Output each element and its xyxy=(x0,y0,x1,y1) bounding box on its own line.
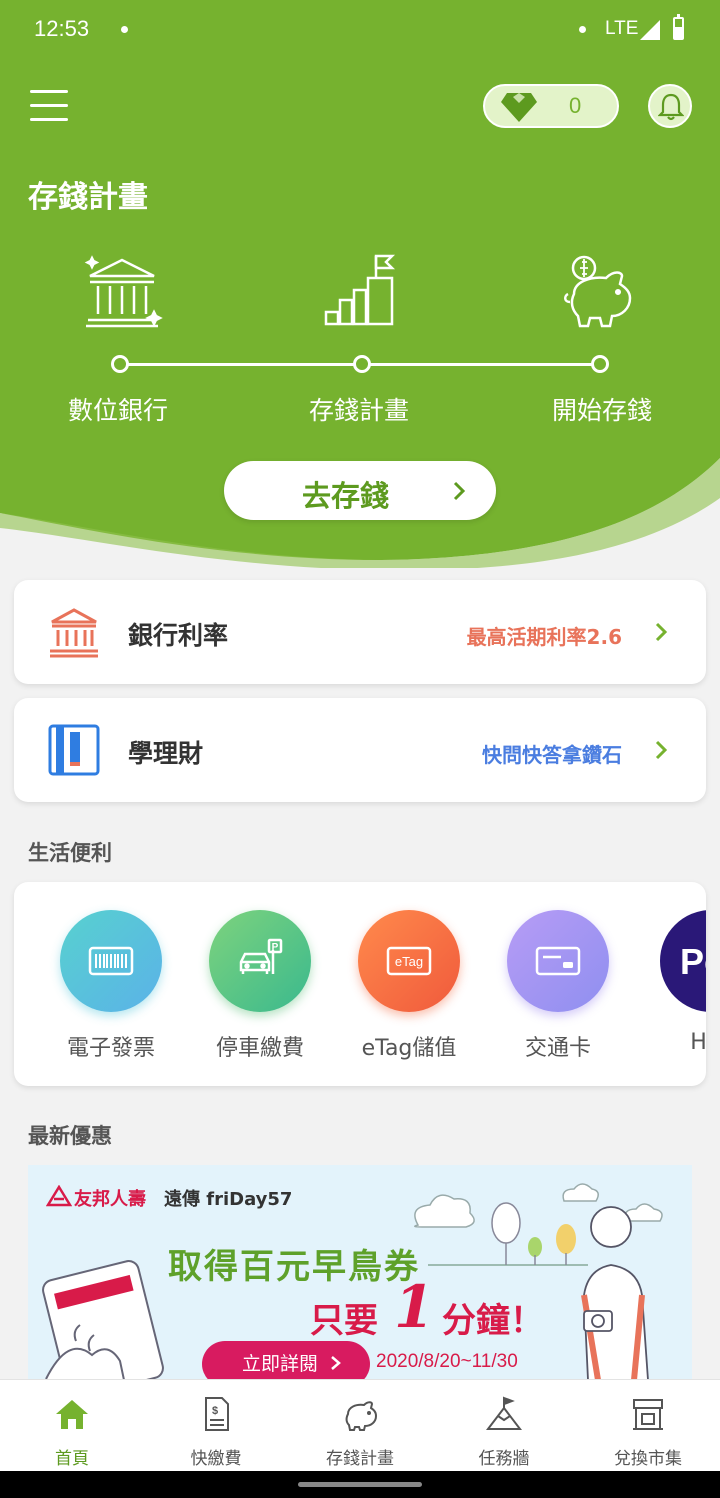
happygo-logo-text: Po xyxy=(680,941,706,982)
promo-details-button[interactable]: 立即詳閱 xyxy=(202,1341,370,1380)
notification-button[interactable] xyxy=(648,84,692,128)
step-label-plan: 存錢計畫 xyxy=(308,396,409,425)
store-icon xyxy=(633,1399,663,1430)
chevron-right-icon xyxy=(655,740,668,760)
signal-icon xyxy=(640,20,660,40)
home-indicator[interactable] xyxy=(298,1482,422,1487)
diamond-balance[interactable]: 0 xyxy=(483,84,619,128)
parking-payment-label: 停車繳費 xyxy=(215,1036,304,1061)
hero-title: 存錢計畫 xyxy=(28,180,148,215)
nav-home[interactable]: 首頁 xyxy=(0,1380,144,1472)
promo-sub-a: 只要 xyxy=(310,1301,378,1341)
bell-icon xyxy=(658,93,684,121)
diamond-count: 0 xyxy=(569,93,582,118)
chevron-right-icon xyxy=(453,481,466,501)
nav-exchange-market[interactable]: 兌換市集 xyxy=(576,1380,720,1472)
car-parking-icon: P xyxy=(239,938,283,974)
etag-topup-button[interactable]: eTag xyxy=(358,910,460,1012)
growth-chart-icon xyxy=(324,254,396,326)
promo-brand-friday: 遠傳 friDay57 xyxy=(164,1189,293,1210)
nav-savings-plan[interactable]: 存錢計畫 xyxy=(288,1380,432,1472)
svg-text:P: P xyxy=(272,942,279,953)
parking-payment-button[interactable]: P xyxy=(209,910,311,1012)
network-label: LTE xyxy=(605,18,639,39)
nav-exchange-market-label: 兌換市集 xyxy=(614,1449,682,1469)
bank-icon xyxy=(50,608,98,658)
chevron-right-icon xyxy=(655,622,668,642)
go-save-label: 去存錢 xyxy=(302,479,390,513)
bottom-nav: 首頁 $ 快繳費 存錢計畫 任務牆 兌換市集 xyxy=(0,1379,720,1471)
piggy-icon xyxy=(345,1401,378,1431)
mountain-flag-icon xyxy=(486,1396,522,1430)
chevron-right-icon xyxy=(331,1356,341,1370)
etag-topup-label: eTag儲值 xyxy=(361,1036,457,1061)
happygo-icon: Po xyxy=(680,941,706,982)
notification-dot xyxy=(121,26,128,33)
promo-brand-aia: 友邦人壽 xyxy=(74,1189,146,1210)
status-time: 12:53 xyxy=(34,16,90,41)
bank-icon xyxy=(84,255,163,328)
e-invoice-label: 電子發票 xyxy=(66,1036,155,1061)
piggy-bank-icon xyxy=(564,255,632,328)
step-node xyxy=(111,355,129,373)
transit-card-button[interactable] xyxy=(507,910,609,1012)
savings-hero: 0 存錢計畫 數位銀行 存錢計畫 開始存錢 去存錢 xyxy=(0,58,720,568)
nav-mission-wall-label: 任務牆 xyxy=(478,1449,530,1469)
etag-icon: eTag xyxy=(386,946,432,976)
battery-icon xyxy=(673,14,684,40)
diamond-icon xyxy=(501,93,537,122)
status-dot xyxy=(579,26,586,33)
bill-icon: $ xyxy=(205,1397,229,1431)
menu-icon[interactable] xyxy=(30,90,68,122)
step-label-bank: 數位銀行 xyxy=(67,396,168,425)
nav-mission-wall[interactable]: 任務牆 xyxy=(432,1380,576,1472)
promo-details-label: 立即詳閱 xyxy=(242,1353,319,1375)
aia-logo-icon xyxy=(46,1185,72,1207)
life-section-title: 生活便利 xyxy=(28,841,112,865)
book-icon xyxy=(48,724,100,776)
nav-savings-plan-label: 存錢計畫 xyxy=(326,1449,394,1469)
nav-quick-pay[interactable]: $ 快繳費 xyxy=(144,1380,288,1472)
bank-rate-note: 最高活期利率2.6 xyxy=(466,625,622,649)
promo-banner[interactable]: 友邦人壽 遠傳 friDay57 取得百元早鳥券 只要 1 分鐘！ 立即詳閱 2… xyxy=(28,1165,692,1380)
step-node xyxy=(591,355,609,373)
etag-icon-text: eTag xyxy=(395,954,423,969)
card-icon xyxy=(535,946,581,976)
home-icon xyxy=(56,1400,88,1429)
transit-card-label: 交通卡 xyxy=(524,1036,591,1061)
go-save-button[interactable]: 去存錢 xyxy=(224,461,496,520)
learn-finance-card[interactable]: 學理財 快問快答拿鑽石 xyxy=(14,698,706,802)
happygo-button[interactable]: Po xyxy=(660,910,706,1012)
status-bar: 12:53 LTE xyxy=(0,0,720,58)
nav-home-label: 首頁 xyxy=(55,1449,89,1469)
bank-rate-label: 銀行利率 xyxy=(128,621,229,650)
happygo-label: HG xyxy=(690,1030,706,1055)
promo-headline: 取得百元早鳥券 xyxy=(168,1247,420,1287)
step-node xyxy=(353,355,371,373)
life-services: 電子發票 P 停車繳費 eTag eTag儲值 交通卡 Po HG xyxy=(14,882,706,1086)
nav-quick-pay-label: 快繳費 xyxy=(190,1449,242,1469)
learn-finance-note: 快問快答拿鑽石 xyxy=(482,743,622,767)
promo-sub-b: 分鐘！ xyxy=(442,1301,544,1341)
promo-sub-number: 1 xyxy=(394,1273,435,1341)
promo-date: 2020/8/20~11/30 xyxy=(376,1351,518,1372)
learn-finance-label: 學理財 xyxy=(128,739,204,768)
bank-rate-card[interactable]: 銀行利率 最高活期利率2.6 xyxy=(14,580,706,684)
step-label-start: 開始存錢 xyxy=(551,396,652,425)
system-nav-bar xyxy=(0,1471,720,1498)
svg-text:$: $ xyxy=(212,1405,218,1417)
promo-section-title: 最新優惠 xyxy=(28,1124,112,1148)
e-invoice-button[interactable] xyxy=(60,910,162,1012)
barcode-icon xyxy=(88,946,134,976)
